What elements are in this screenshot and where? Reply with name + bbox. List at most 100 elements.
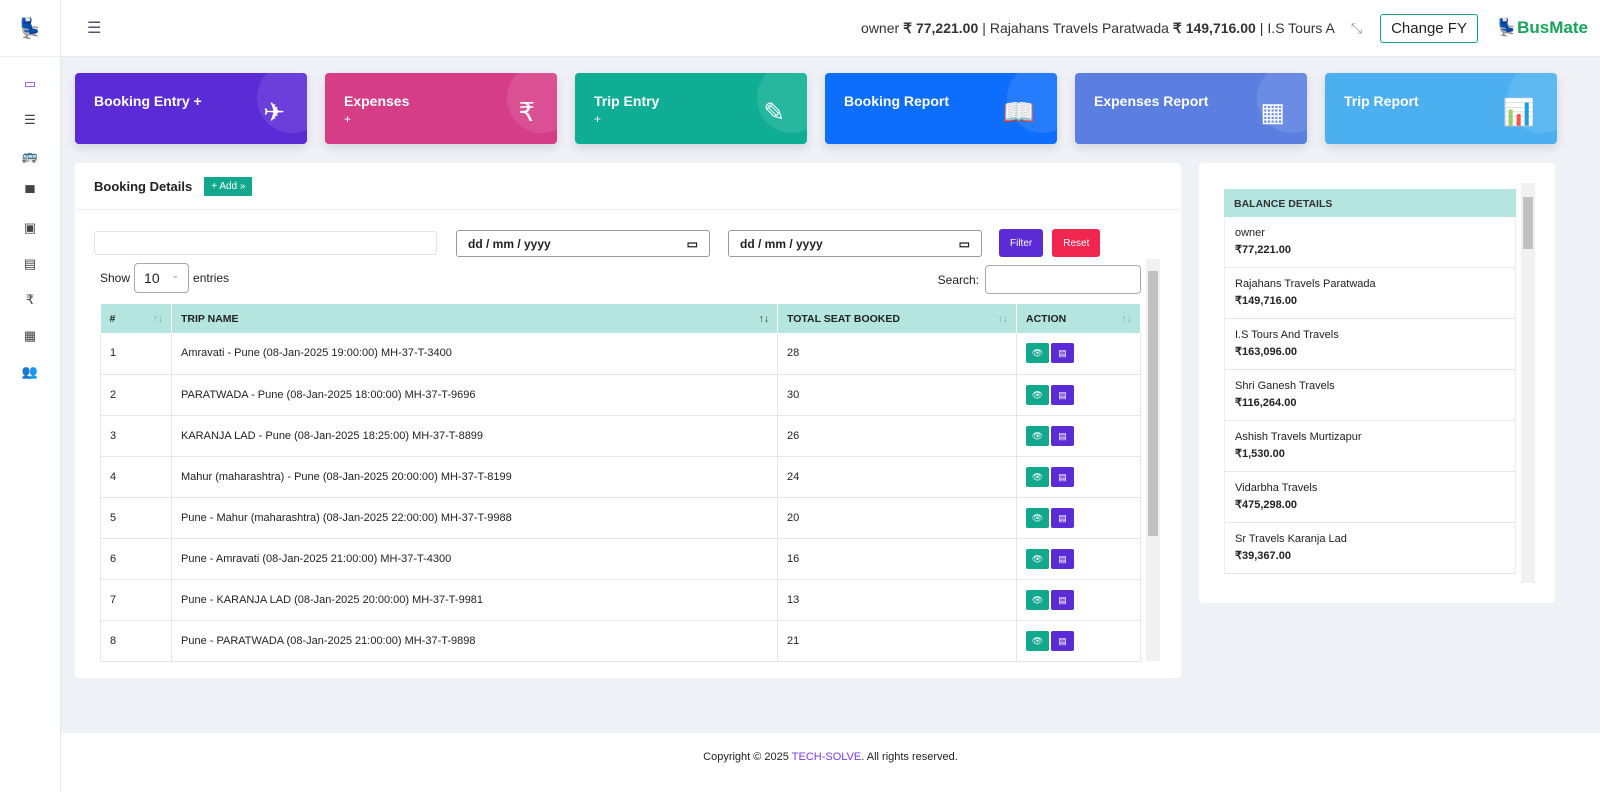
party-balance: ₹163,096.00 <box>1235 345 1505 358</box>
col-header[interactable]: #↑↓ <box>101 304 172 333</box>
view-eye-icon[interactable]: 👁 <box>1026 343 1049 363</box>
row-index: 7 <box>101 579 172 620</box>
server-icon[interactable]: ☰ <box>0 103 60 137</box>
col-header[interactable]: TOTAL SEAT BOOKED↑↓ <box>778 304 1017 333</box>
trip-filter-input[interactable] <box>94 231 437 255</box>
col-header[interactable]: TRIP NAME↑↓ <box>172 304 778 333</box>
document-icon[interactable]: ▤ <box>1051 426 1074 446</box>
row-index: 1 <box>101 333 172 374</box>
to-date-input[interactable]: dd / mm / yyyy▭ <box>728 230 982 257</box>
row-index: 8 <box>101 620 172 661</box>
card-trip-entry[interactable]: Trip Entry +✎ <box>575 73 807 144</box>
document-icon[interactable]: ▤ <box>1051 385 1074 405</box>
card-sub: + <box>594 112 788 126</box>
seats-booked: 24 <box>778 456 1017 497</box>
card-booking-report[interactable]: Booking Report📖 <box>825 73 1057 144</box>
card-expenses[interactable]: Expenses+₹ <box>325 73 557 144</box>
search-input[interactable] <box>985 265 1141 294</box>
table-row: 2PARATWADA - Pune (08-Jan-2025 18:00:00)… <box>101 374 1141 415</box>
document-icon[interactable]: ▤ <box>1051 467 1074 487</box>
card-icon: ✎ <box>763 97 785 128</box>
party-name: Rajahans Travels Paratwada <box>1235 278 1376 290</box>
table-row: 7Pune - KARANJA LAD (08-Jan-2025 20:00:0… <box>101 579 1141 620</box>
view-eye-icon[interactable]: 👁 <box>1026 590 1049 610</box>
card-title: Booking Report <box>844 93 1038 109</box>
party-name: Vidarbha Travels <box>1235 482 1317 494</box>
ticker-name: owner <box>861 20 899 36</box>
booking-icon[interactable]: ▀ <box>0 175 60 209</box>
busmate-logo: 💺BusMate <box>1496 18 1588 38</box>
card-expenses-report[interactable]: Expenses Report▦ <box>1075 73 1307 144</box>
balance-item: Shri Ganesh Travels₹116,264.00 <box>1224 370 1516 421</box>
view-eye-icon[interactable]: 👁 <box>1026 508 1049 528</box>
footer: Copyright © 2025 TECH-SOLVE. All rights … <box>61 733 1600 792</box>
document-icon[interactable]: ▤ <box>1051 549 1074 569</box>
table-row: 4Mahur (maharashtra) - Pune (08-Jan-2025… <box>101 456 1141 497</box>
party-balance: ₹39,367.00 <box>1235 549 1505 562</box>
reset-button[interactable]: Reset <box>1052 229 1100 257</box>
view-eye-icon[interactable]: 👁 <box>1026 631 1049 651</box>
card-icon: ✈ <box>263 97 285 128</box>
card-title: Booking Entry + <box>94 93 288 109</box>
party-balance: ₹116,264.00 <box>1235 396 1505 409</box>
menu-toggle-icon[interactable]: ☰ <box>87 18 101 38</box>
copyright-text: . All rights reserved. <box>861 751 958 763</box>
view-eye-icon[interactable]: 👁 <box>1026 426 1049 446</box>
seats-booked: 13 <box>778 579 1017 620</box>
users-icon[interactable]: 👥 <box>0 355 60 389</box>
seat-logo-icon[interactable]: 💺 <box>0 0 60 57</box>
seats-booked: 16 <box>778 538 1017 579</box>
card-sub: + <box>344 112 538 126</box>
card-title: Trip Report <box>1344 93 1538 109</box>
party-name: I.S Tours And Travels <box>1235 329 1339 341</box>
calendar-icon: ▭ <box>959 237 970 250</box>
card-title: Trip Entry <box>594 93 788 109</box>
party-name: Sr Travels Karanja Lad <box>1235 533 1347 545</box>
party-name: Ashish Travels Murtizapur <box>1235 431 1362 443</box>
dashboard-icon[interactable]: ▭ <box>0 67 60 101</box>
row-index: 5 <box>101 497 172 538</box>
view-eye-icon[interactable]: 👁 <box>1026 467 1049 487</box>
document-icon[interactable]: ▤ <box>1051 508 1074 528</box>
card-icon: 📊 <box>1503 97 1535 128</box>
trip-name: Pune - Amravati (08-Jan-2025 21:00:00) M… <box>172 538 778 579</box>
panel-title: Booking Details <box>94 179 192 194</box>
card-title: Expenses <box>344 93 538 109</box>
document-icon[interactable]: ▤ <box>1051 631 1074 651</box>
balance-title: BALANCE DETAILS <box>1224 189 1516 217</box>
booking-report-icon[interactable]: ▣ <box>0 211 60 245</box>
col-header[interactable]: ACTION↑↓ <box>1017 304 1141 333</box>
expenses-icon[interactable]: ₹ <box>0 283 60 317</box>
trip-name: Mahur (maharashtra) - Pune (08-Jan-2025 … <box>172 456 778 497</box>
document-icon[interactable]: ▤ <box>1051 590 1074 610</box>
balance-panel: BALANCE DETAILS owner₹77,221.00Rajahans … <box>1199 163 1555 603</box>
card-trip-report[interactable]: Trip Report📊 <box>1325 73 1557 144</box>
view-eye-icon[interactable]: 👁 <box>1026 549 1049 569</box>
copyright-text: Copyright © 2025 <box>703 751 792 763</box>
calculator-icon[interactable]: ▦ <box>0 319 60 353</box>
calendar-icon: ▭ <box>687 237 698 250</box>
tech-solve-link[interactable]: TECH-SOLVE <box>792 751 861 763</box>
money-icon[interactable]: ▤ <box>0 247 60 281</box>
from-date-input[interactable]: dd / mm / yyyy▭ <box>456 230 710 257</box>
party-balance: ₹1,530.00 <box>1235 447 1505 460</box>
ticker-amount: ₹ 77,221.00 <box>903 20 978 37</box>
bus-icon[interactable]: 🚌 <box>0 139 60 173</box>
entries-select[interactable]: 10⌄ <box>134 263 189 293</box>
filter-button[interactable]: Filter <box>999 229 1043 257</box>
seats-booked: 20 <box>778 497 1017 538</box>
chevron-down-icon: ⌄ <box>171 270 179 286</box>
fullscreen-exit-icon[interactable]: ⤡ <box>1351 20 1362 37</box>
document-icon[interactable]: ▤ <box>1051 343 1074 363</box>
table-row: 3KARANJA LAD - Pune (08-Jan-2025 18:25:0… <box>101 415 1141 456</box>
table-scrollbar[interactable] <box>1146 259 1160 661</box>
view-eye-icon[interactable]: 👁 <box>1026 385 1049 405</box>
table-row: 5Pune - Mahur (maharashtra) (08-Jan-2025… <box>101 497 1141 538</box>
add-button[interactable]: + Add » <box>204 177 252 196</box>
trip-name: Pune - KARANJA LAD (08-Jan-2025 20:00:00… <box>172 579 778 620</box>
trip-name: Pune - Mahur (maharashtra) (08-Jan-2025 … <box>172 497 778 538</box>
balance-scrollbar[interactable] <box>1521 183 1535 583</box>
card-booking-entry-[interactable]: Booking Entry +✈ <box>75 73 307 144</box>
table-row: 8Pune - PARATWADA (08-Jan-2025 21:00:00)… <box>101 620 1141 661</box>
change-fy-button[interactable]: Change FY <box>1380 14 1478 43</box>
